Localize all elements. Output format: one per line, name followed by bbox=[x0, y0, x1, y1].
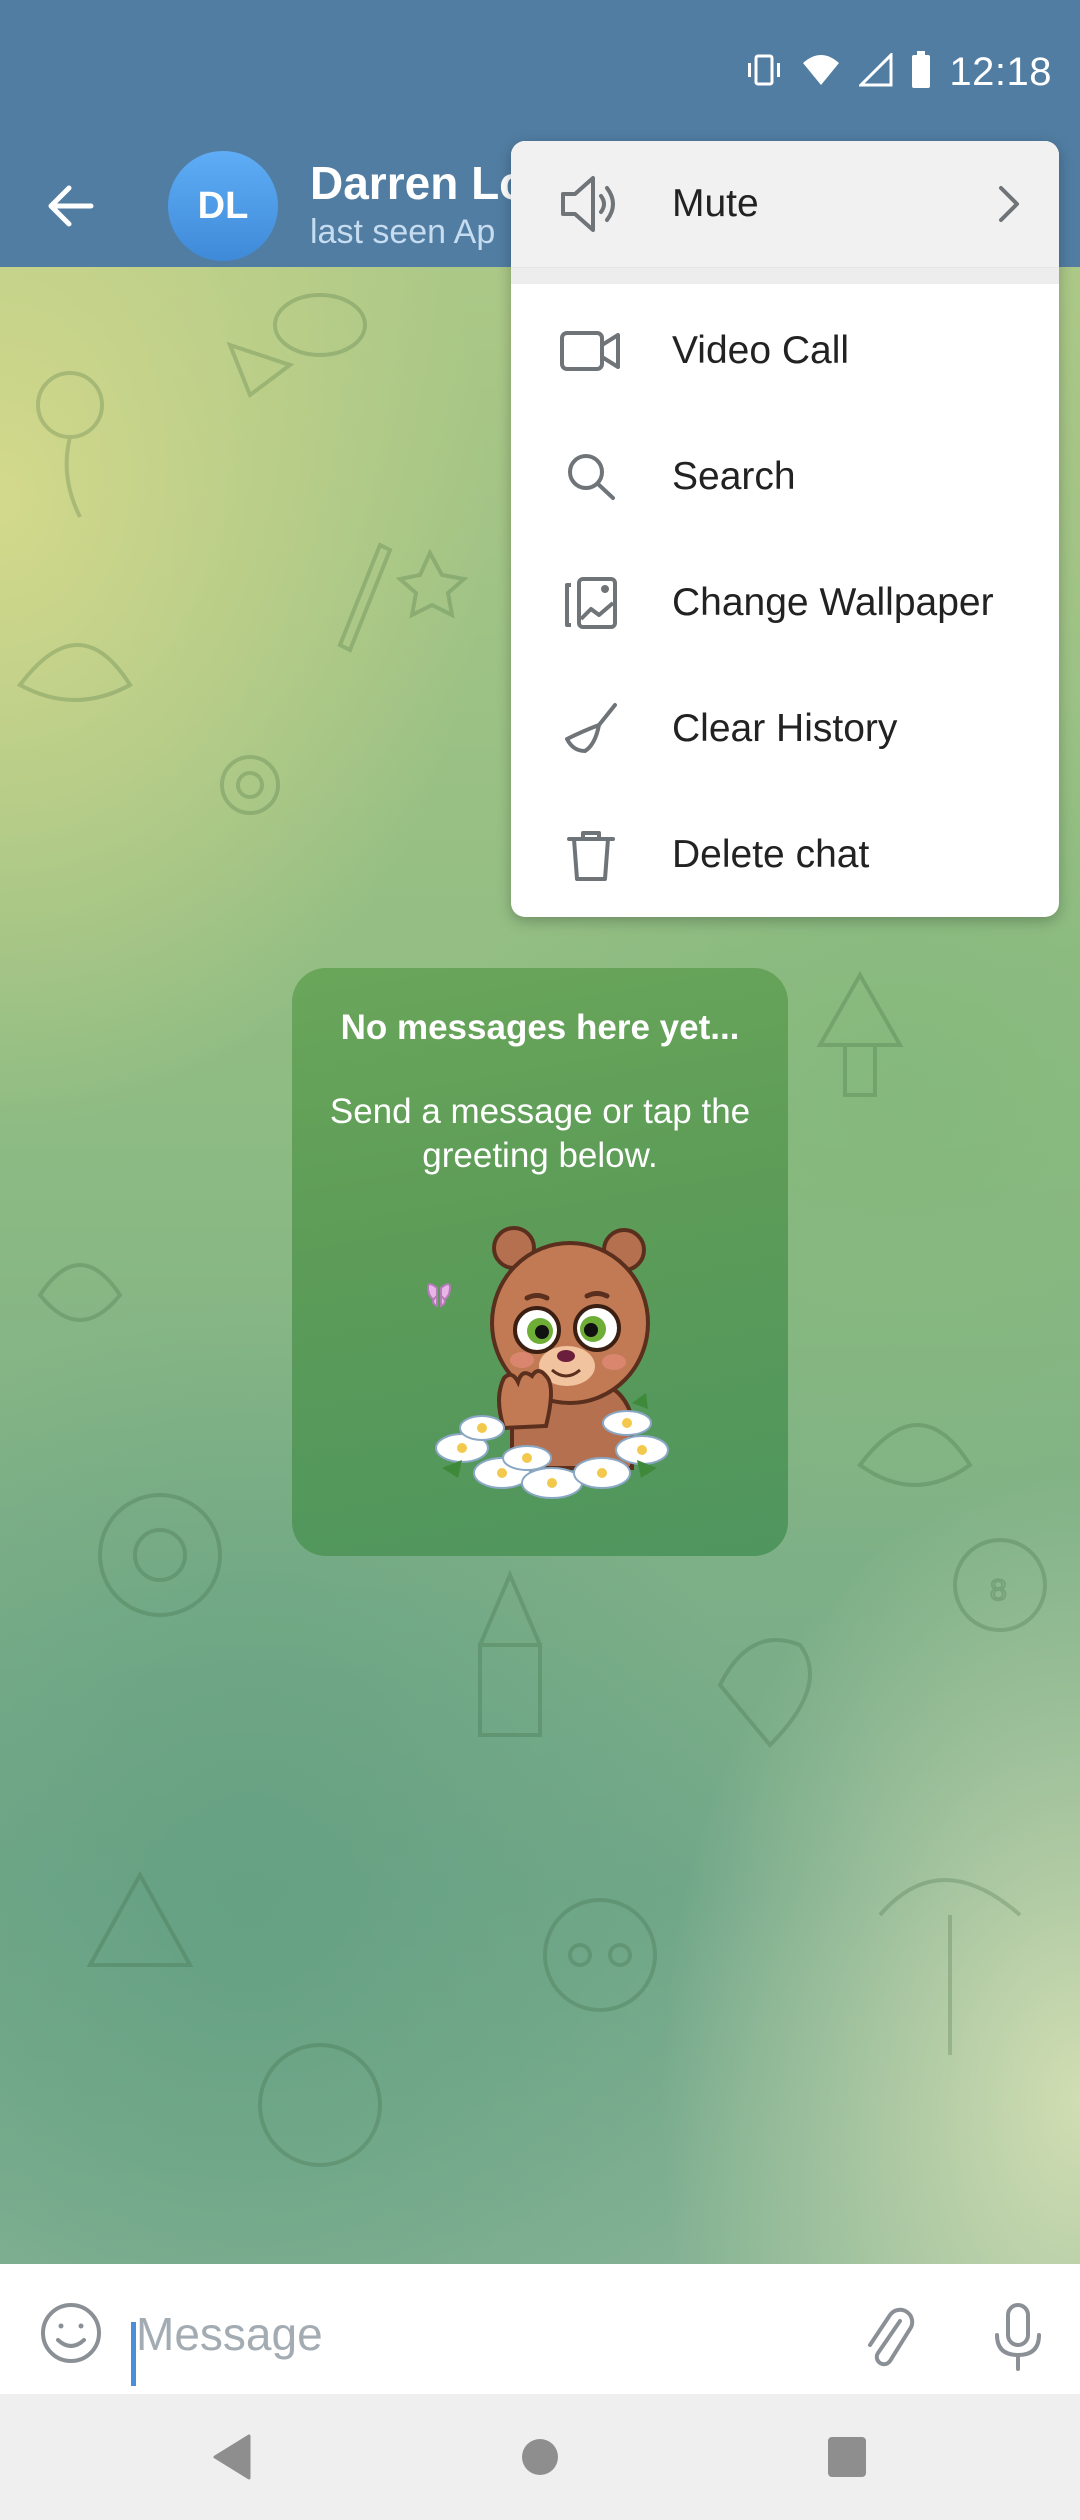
menu-divider bbox=[511, 267, 1059, 284]
speaker-icon bbox=[559, 172, 623, 236]
menu-item-delete-chat[interactable]: Delete chat bbox=[511, 792, 1059, 917]
chat-options-menu: Mute Video Call Search Change Wallpaper bbox=[511, 141, 1059, 917]
svg-text:8: 8 bbox=[990, 1574, 1007, 1607]
menu-item-label: Mute bbox=[672, 182, 759, 225]
status-bar: 12:18 bbox=[0, 0, 1080, 145]
message-composer bbox=[0, 2264, 1080, 2394]
emoji-button[interactable] bbox=[36, 2298, 106, 2368]
cell-signal-icon bbox=[857, 50, 893, 92]
menu-item-label: Clear History bbox=[672, 707, 898, 750]
wifi-icon bbox=[801, 53, 841, 92]
attach-button[interactable] bbox=[850, 2298, 930, 2378]
nav-recents-button[interactable] bbox=[812, 2422, 882, 2492]
video-camera-icon bbox=[559, 319, 623, 383]
empty-state-subtitle: Send a message or tap the greeting below… bbox=[329, 1092, 751, 1175]
nav-home-button[interactable] bbox=[505, 2422, 575, 2492]
smiley-icon bbox=[41, 2303, 101, 2363]
voice-record-button[interactable] bbox=[978, 2292, 1058, 2382]
back-button[interactable] bbox=[36, 171, 106, 241]
menu-item-label: Delete chat bbox=[672, 833, 870, 876]
avatar[interactable]: DL bbox=[168, 151, 278, 261]
trash-icon bbox=[559, 823, 623, 887]
menu-item-label: Search bbox=[672, 455, 796, 498]
nav-recents-icon bbox=[828, 2437, 866, 2477]
bear-greeting-sticker[interactable] bbox=[392, 1218, 692, 1528]
empty-chat-greeting-card: No messages here yet... Send a message o… bbox=[292, 968, 788, 1556]
message-input[interactable] bbox=[136, 2294, 786, 2374]
vibrate-icon bbox=[745, 53, 783, 92]
menu-item-label: Video Call bbox=[672, 329, 850, 372]
broom-icon bbox=[559, 697, 623, 761]
menu-item-search[interactable]: Search bbox=[511, 414, 1059, 540]
arrow-left-icon bbox=[48, 185, 94, 227]
butterfly-icon bbox=[427, 1283, 451, 1308]
nav-back-button[interactable] bbox=[196, 2422, 266, 2492]
nav-home-icon bbox=[522, 2439, 558, 2475]
menu-item-clear-history[interactable]: Clear History bbox=[511, 666, 1059, 792]
nav-back-icon bbox=[213, 2434, 251, 2480]
system-navigation-bar bbox=[0, 2394, 1080, 2520]
menu-item-label: Change Wallpaper bbox=[672, 581, 994, 624]
battery-icon bbox=[911, 50, 931, 94]
paperclip-icon bbox=[868, 2307, 915, 2367]
chevron-right-icon bbox=[989, 179, 1029, 229]
status-time: 12:18 bbox=[949, 49, 1052, 94]
menu-item-change-wallpaper[interactable]: Change Wallpaper bbox=[511, 540, 1059, 666]
microphone-icon bbox=[995, 2303, 1041, 2371]
search-icon bbox=[559, 445, 623, 509]
empty-state-title: No messages here yet... bbox=[340, 1008, 740, 1047]
menu-item-mute[interactable]: Mute bbox=[511, 141, 1059, 267]
menu-item-video-call[interactable]: Video Call bbox=[511, 288, 1059, 414]
wallpaper-icon bbox=[559, 571, 623, 635]
